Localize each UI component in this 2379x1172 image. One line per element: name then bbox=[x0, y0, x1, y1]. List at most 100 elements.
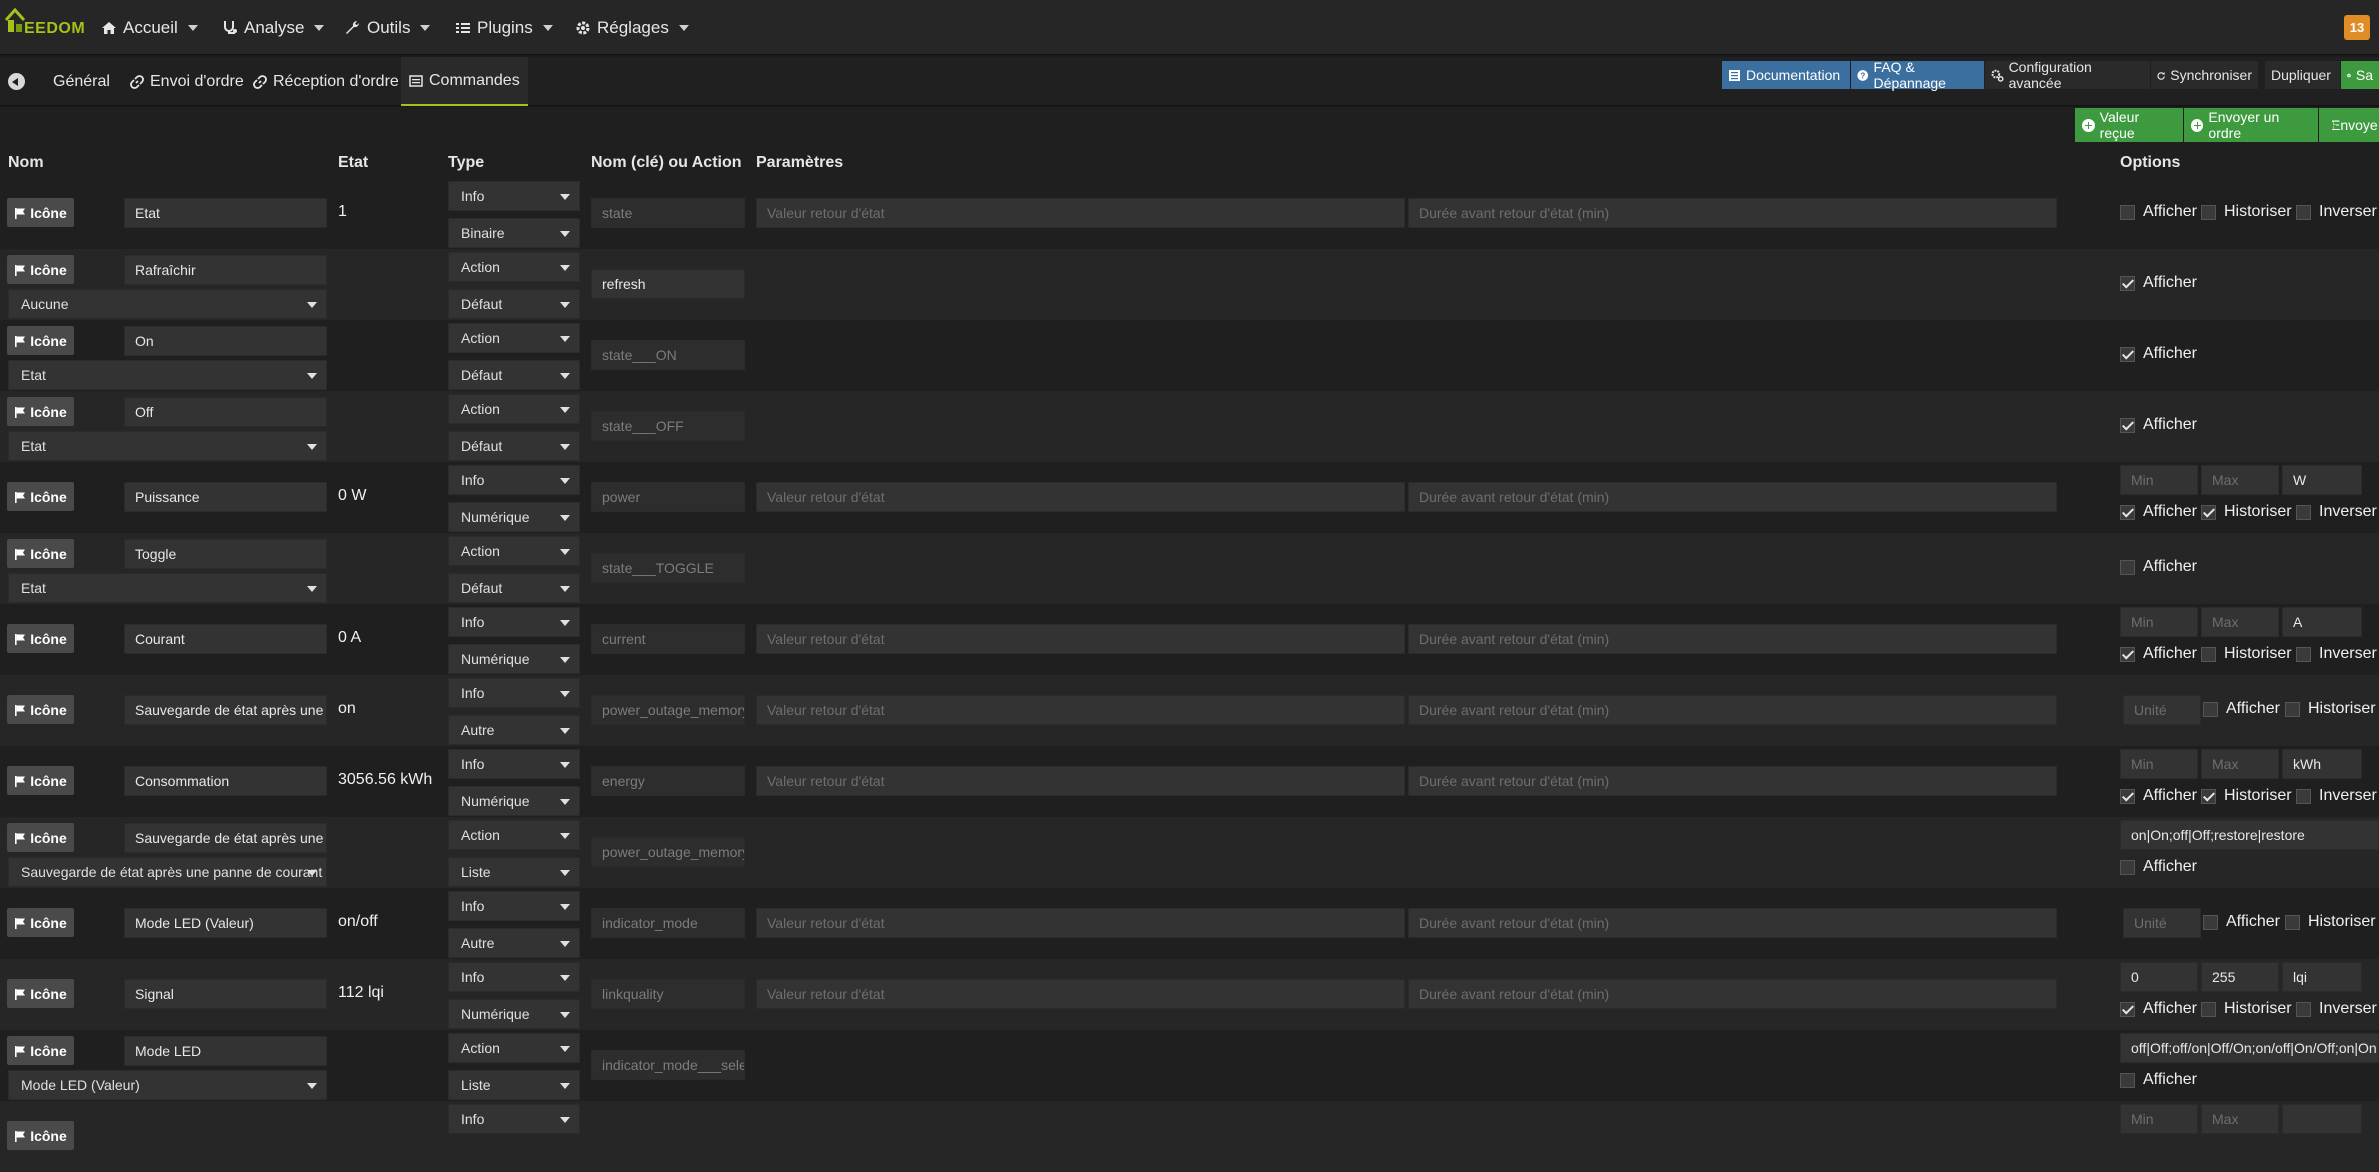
afficher-option-checkbox[interactable] bbox=[2120, 1072, 2135, 1088]
return-state-value-input[interactable]: Valeur retour d'état bbox=[756, 766, 1405, 796]
logical-id-input[interactable]: indicator_mode bbox=[591, 908, 745, 938]
nav-accueil[interactable]: Accueil bbox=[101, 0, 198, 55]
historiser-option-checkbox[interactable] bbox=[2201, 1001, 2216, 1017]
historiser-option[interactable]: Historiser bbox=[2201, 787, 2292, 805]
min-input[interactable]: Min bbox=[2120, 607, 2198, 637]
afficher-option-checkbox[interactable] bbox=[2120, 646, 2135, 662]
afficher-option[interactable]: Afficher bbox=[2120, 1071, 2197, 1089]
command-name-input[interactable]: Sauvegarde de état après une panne de co… bbox=[124, 695, 327, 725]
duplicate-button[interactable]: Dupliquer bbox=[2265, 61, 2340, 89]
afficher-option[interactable]: Afficher bbox=[2120, 645, 2197, 663]
icon-picker-button[interactable]: Icône bbox=[7, 539, 74, 568]
max-input[interactable]: Max bbox=[2201, 465, 2279, 495]
icon-picker-button[interactable]: Icône bbox=[7, 695, 74, 724]
add-valeur-recue-button[interactable]: Valeur reçue bbox=[2075, 108, 2183, 142]
return-state-value-input[interactable]: Valeur retour d'état bbox=[756, 482, 1405, 512]
subtype-select[interactable]: Défaut bbox=[448, 360, 580, 390]
afficher-option-checkbox[interactable] bbox=[2120, 417, 2135, 433]
add-envoyer-button[interactable]: Envoye bbox=[2319, 108, 2379, 142]
command-name-input[interactable]: Sauvegarde de état après une panne de co… bbox=[124, 823, 327, 853]
max-input[interactable]: Max bbox=[2201, 749, 2279, 779]
historiser-option-checkbox[interactable] bbox=[2201, 204, 2216, 220]
type-select[interactable]: Action bbox=[448, 323, 580, 353]
linked-info-select[interactable]: Etat bbox=[8, 573, 327, 603]
afficher-option[interactable]: Afficher bbox=[2120, 503, 2197, 521]
command-name-input[interactable]: Consommation bbox=[124, 766, 327, 796]
logical-id-input[interactable]: refresh bbox=[591, 269, 745, 299]
logical-id-input[interactable]: state___TOGGLE bbox=[591, 553, 745, 583]
historiser-option[interactable]: Historiser bbox=[2201, 503, 2292, 521]
icon-picker-button[interactable]: Icône bbox=[7, 766, 74, 795]
subtype-select[interactable]: Défaut bbox=[448, 431, 580, 461]
save-button[interactable]: Sa bbox=[2341, 61, 2379, 89]
tab-reception-ordre[interactable]: Réception d'ordre bbox=[245, 57, 407, 106]
notification-badge[interactable]: 13 bbox=[2344, 15, 2370, 40]
icon-picker-button[interactable]: Icône bbox=[7, 1036, 74, 1065]
historiser-option[interactable]: Historiser bbox=[2285, 700, 2376, 718]
icon-picker-button[interactable]: Icône bbox=[7, 624, 74, 653]
command-name-input[interactable]: Puissance bbox=[124, 482, 327, 512]
return-state-value-input[interactable]: Valeur retour d'état bbox=[756, 695, 1405, 725]
subtype-select[interactable]: Défaut bbox=[448, 573, 580, 603]
subtype-select[interactable]: Numérique bbox=[448, 786, 580, 816]
type-select[interactable]: Action bbox=[448, 820, 580, 850]
nav-outils[interactable]: Outils bbox=[345, 0, 431, 55]
historiser-option-checkbox[interactable] bbox=[2201, 504, 2216, 520]
tab-general[interactable]: Général bbox=[45, 57, 118, 106]
historiser-option[interactable]: Historiser bbox=[2201, 645, 2292, 663]
command-name-input[interactable]: Mode LED (Valeur) bbox=[124, 908, 327, 938]
inverser-option[interactable]: Inverser bbox=[2296, 787, 2377, 805]
logical-id-input[interactable]: state___OFF bbox=[591, 411, 745, 441]
subtype-select[interactable]: Numérique bbox=[448, 502, 580, 532]
afficher-option[interactable]: Afficher bbox=[2120, 416, 2197, 434]
inverser-option[interactable]: Inverser bbox=[2296, 1000, 2377, 1018]
type-select[interactable]: Action bbox=[448, 536, 580, 566]
icon-picker-button[interactable]: Icône bbox=[7, 255, 74, 284]
afficher-option[interactable]: Afficher bbox=[2120, 858, 2197, 876]
unit-input[interactable]: W bbox=[2282, 465, 2362, 495]
max-input[interactable]: Max bbox=[2201, 1104, 2279, 1134]
nav-reglages[interactable]: Réglages bbox=[575, 0, 689, 55]
advanced-config-button[interactable]: Configuration avancée bbox=[1985, 59, 2150, 91]
icon-picker-button[interactable]: Icône bbox=[7, 908, 74, 937]
command-name-input[interactable]: Mode LED bbox=[124, 1036, 327, 1066]
jeedom-logo[interactable]: EEDOM bbox=[4, 6, 85, 46]
type-select[interactable]: Info bbox=[448, 181, 580, 211]
inverser-option-checkbox[interactable] bbox=[2296, 788, 2311, 804]
linked-info-select[interactable]: Mode LED (Valeur) bbox=[8, 1070, 327, 1100]
return-state-time-input[interactable]: Durée avant retour d'état (min) bbox=[1408, 908, 2057, 938]
type-select[interactable]: Action bbox=[448, 394, 580, 424]
tab-envoi-ordre[interactable]: Envoi d'ordre bbox=[122, 57, 252, 106]
type-select[interactable]: Info bbox=[448, 891, 580, 921]
logical-id-input[interactable]: linkquality bbox=[591, 979, 745, 1009]
afficher-option[interactable]: Afficher bbox=[2120, 274, 2197, 292]
return-state-value-input[interactable]: Valeur retour d'état bbox=[756, 979, 1405, 1009]
afficher-option-checkbox[interactable] bbox=[2120, 559, 2135, 575]
subtype-select[interactable]: Binaire bbox=[448, 218, 580, 248]
afficher-option[interactable]: Afficher bbox=[2203, 913, 2280, 931]
type-select[interactable]: Info bbox=[448, 607, 580, 637]
min-input[interactable]: Min bbox=[2120, 749, 2198, 779]
return-state-time-input[interactable]: Durée avant retour d'état (min) bbox=[1408, 198, 2057, 228]
subtype-select[interactable]: Autre bbox=[448, 715, 580, 745]
command-name-input[interactable]: Toggle bbox=[124, 539, 327, 569]
icon-picker-button[interactable]: Icône bbox=[7, 482, 74, 511]
icon-picker-button[interactable]: Icône bbox=[7, 823, 74, 852]
historiser-option-checkbox[interactable] bbox=[2285, 914, 2300, 930]
back-arrow-icon[interactable] bbox=[8, 73, 25, 90]
command-name-input[interactable]: Courant bbox=[124, 624, 327, 654]
afficher-option[interactable]: Afficher bbox=[2120, 345, 2197, 363]
add-envoyer-ordre-button[interactable]: Envoyer un ordre bbox=[2184, 108, 2318, 142]
historiser-option-checkbox[interactable] bbox=[2285, 701, 2300, 717]
afficher-option-checkbox[interactable] bbox=[2120, 504, 2135, 520]
afficher-option[interactable]: Afficher bbox=[2203, 700, 2280, 718]
type-select[interactable]: Info bbox=[448, 962, 580, 992]
command-name-input[interactable]: Off bbox=[124, 397, 327, 427]
inverser-option-checkbox[interactable] bbox=[2296, 646, 2311, 662]
command-name-input[interactable]: Etat bbox=[124, 198, 327, 228]
afficher-option-checkbox[interactable] bbox=[2120, 275, 2135, 291]
faq-button[interactable]: ? FAQ & Dépannage bbox=[1851, 59, 1984, 91]
historiser-option-checkbox[interactable] bbox=[2201, 788, 2216, 804]
unit-input[interactable]: A bbox=[2282, 607, 2362, 637]
inverser-option[interactable]: Inverser bbox=[2296, 645, 2377, 663]
